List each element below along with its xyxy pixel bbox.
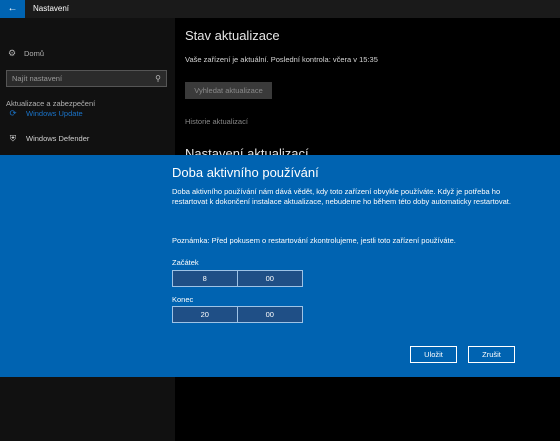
- shield-icon: ⛨: [9, 133, 17, 143]
- page-title: Stav aktualizace: [185, 28, 280, 43]
- end-time-label: Konec: [172, 295, 194, 304]
- sidebar-item-windows-defender[interactable]: ⛨ Windows Defender: [0, 130, 175, 146]
- dialog-description: Doba aktivního používání nám dává vědět,…: [172, 187, 511, 206]
- search-input[interactable]: [12, 74, 142, 83]
- save-button[interactable]: Uložit: [410, 346, 457, 363]
- dialog-note: Poznámka: Před pokusem o restartování zk…: [172, 236, 456, 245]
- start-minute-field[interactable]: 00: [238, 271, 303, 286]
- end-hour-field[interactable]: 20: [173, 307, 238, 322]
- start-hour-field[interactable]: 8: [173, 271, 238, 286]
- update-history-link[interactable]: Historie aktualizací: [185, 117, 248, 126]
- dialog-title: Doba aktivního používání: [172, 165, 319, 180]
- cancel-button[interactable]: Zrušit: [468, 346, 515, 363]
- sidebar-item-label: Windows Update: [26, 108, 83, 118]
- end-time-picker[interactable]: 20 00: [172, 306, 303, 323]
- end-minute-field[interactable]: 00: [238, 307, 303, 322]
- title-bar: ← Nastavení: [0, 0, 560, 18]
- back-button[interactable]: ←: [0, 0, 25, 18]
- check-updates-button[interactable]: Vyhledat aktualizace: [185, 82, 272, 99]
- search-icon[interactable]: ⚲: [155, 74, 161, 83]
- refresh-icon: ⟳: [9, 108, 17, 118]
- search-box[interactable]: ⚲: [6, 70, 167, 87]
- sidebar-item-windows-update[interactable]: ⟳ Windows Update: [0, 105, 175, 121]
- gear-icon: ⚙: [8, 48, 17, 58]
- sidebar-item-home[interactable]: ⚙ Domů: [0, 46, 175, 60]
- back-arrow-icon: ←: [7, 3, 18, 14]
- start-time-picker[interactable]: 8 00: [172, 270, 303, 287]
- update-status-text: Vaše zařízení je aktuální. Poslední kont…: [185, 55, 378, 64]
- start-time-label: Začátek: [172, 258, 199, 267]
- sidebar-item-label: Windows Defender: [26, 133, 90, 143]
- active-hours-dialog: Doba aktivního používání Doba aktivního …: [0, 155, 560, 377]
- sidebar-item-label: Domů: [24, 48, 45, 58]
- settings-window: ← Nastavení ⚙ Domů ⚲ Aktualizace a zabez…: [0, 0, 560, 441]
- window-title: Nastavení: [33, 4, 70, 13]
